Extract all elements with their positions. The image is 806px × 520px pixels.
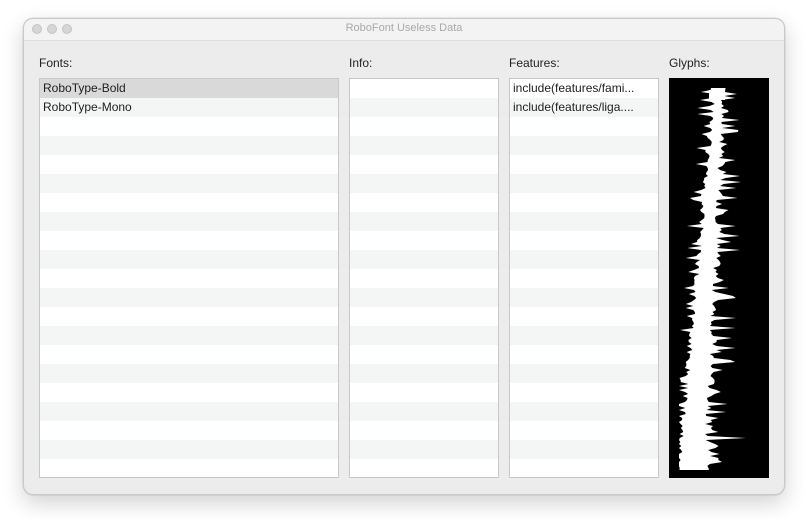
window-title: RoboFont Useless Data — [345, 22, 463, 34]
empty-row — [40, 288, 338, 307]
glyphs-view[interactable] — [669, 78, 769, 478]
empty-row — [510, 117, 658, 136]
empty-row — [350, 402, 498, 421]
empty-row — [350, 231, 498, 250]
empty-row — [510, 212, 658, 231]
empty-row — [40, 307, 338, 326]
empty-row — [350, 155, 498, 174]
empty-row — [40, 117, 338, 136]
empty-row — [510, 231, 658, 250]
features-list[interactable]: include(features/fami... include(features… — [509, 78, 659, 478]
empty-row — [510, 250, 658, 269]
empty-row — [350, 421, 498, 440]
empty-row — [40, 155, 338, 174]
feature-list-item[interactable]: include(features/liga.... — [510, 98, 658, 117]
empty-row — [350, 250, 498, 269]
font-list-item[interactable]: RoboType-Bold — [40, 79, 338, 98]
empty-row — [350, 193, 498, 212]
empty-row — [350, 174, 498, 193]
empty-row — [510, 364, 658, 383]
empty-row — [350, 212, 498, 231]
empty-row — [510, 136, 658, 155]
empty-row — [350, 136, 498, 155]
empty-row — [40, 231, 338, 250]
empty-row — [350, 79, 498, 98]
font-list-item[interactable]: RoboType-Mono — [40, 98, 338, 117]
main-window: RoboFont Useless Data Fonts: Info: Featu… — [23, 18, 785, 495]
empty-row — [350, 288, 498, 307]
fonts-label: Fonts: — [39, 56, 73, 70]
empty-row — [350, 383, 498, 402]
empty-row — [40, 421, 338, 440]
glyph-width-shape — [679, 88, 746, 470]
empty-row — [350, 459, 498, 477]
empty-row — [350, 326, 498, 345]
empty-row — [40, 212, 338, 231]
empty-row — [40, 326, 338, 345]
empty-row — [40, 136, 338, 155]
empty-row — [40, 193, 338, 212]
features-label: Features: — [509, 56, 560, 70]
glyphs-label: Glyphs: — [669, 56, 710, 70]
empty-row — [510, 269, 658, 288]
empty-row — [510, 174, 658, 193]
empty-row — [350, 117, 498, 136]
empty-row — [40, 440, 338, 459]
glyph-width-cap — [709, 90, 725, 100]
empty-row — [350, 440, 498, 459]
empty-row — [40, 364, 338, 383]
glyph-widths-graphic — [679, 88, 746, 470]
empty-row — [350, 98, 498, 117]
empty-row — [510, 193, 658, 212]
empty-row — [350, 307, 498, 326]
empty-row — [510, 326, 658, 345]
empty-row — [40, 250, 338, 269]
empty-row — [510, 155, 658, 174]
empty-row — [350, 269, 498, 288]
info-list[interactable] — [349, 78, 499, 478]
empty-row — [510, 383, 658, 402]
title-bar[interactable]: RoboFont Useless Data — [24, 19, 784, 41]
info-label: Info: — [349, 56, 373, 70]
empty-row — [40, 459, 338, 477]
empty-row — [510, 402, 658, 421]
empty-row — [40, 383, 338, 402]
feature-list-item[interactable]: include(features/fami... — [510, 79, 658, 98]
empty-row — [510, 345, 658, 364]
empty-row — [40, 402, 338, 421]
empty-row — [350, 364, 498, 383]
empty-row — [510, 421, 658, 440]
empty-row — [40, 345, 338, 364]
fonts-list[interactable]: RoboType-Bold RoboType-Mono — [39, 78, 339, 478]
empty-row — [350, 345, 498, 364]
empty-row — [510, 307, 658, 326]
empty-row — [510, 288, 658, 307]
empty-row — [40, 269, 338, 288]
empty-row — [40, 174, 338, 193]
empty-row — [510, 440, 658, 459]
empty-row — [510, 459, 658, 477]
